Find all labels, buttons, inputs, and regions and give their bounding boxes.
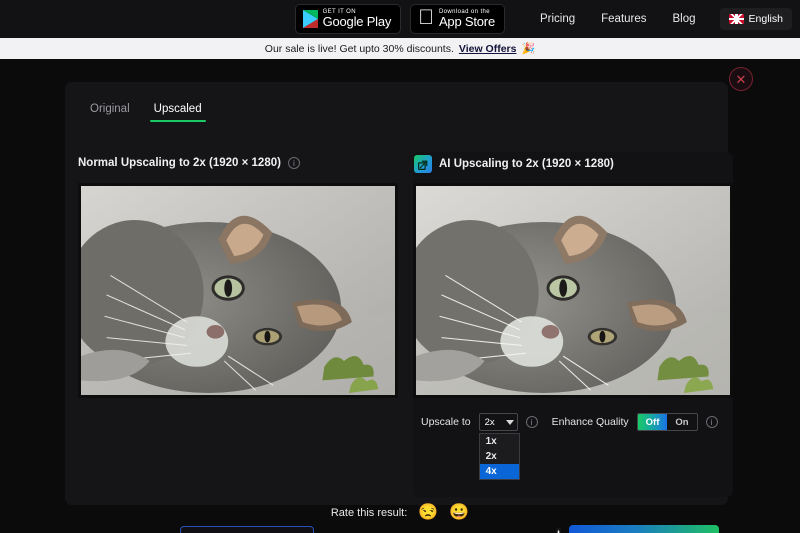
cat-photo-ai [416, 186, 730, 395]
google-play-badge[interactable]: GET IT ON Google Play [294, 4, 402, 34]
uk-flag-icon [728, 14, 744, 24]
cat-photo-normal [81, 186, 395, 395]
nav-link-features[interactable]: Features [601, 13, 646, 25]
ai-upscale-header: AI Upscaling to 2x (1920 × 1280) [413, 152, 733, 174]
result-tabs: Original Upscaled [78, 101, 214, 122]
normal-upscale-title: Normal Upscaling to 2x (1920 × 1280) [78, 157, 281, 169]
apple-icon:  [418, 7, 434, 28]
normal-upscale-header: Normal Upscaling to 2x (1920 × 1280) i [78, 152, 398, 174]
rate-result-row: Rate this result: 😒 😀 [0, 505, 800, 521]
upscale-info-icon[interactable]: i [525, 416, 538, 428]
enhance-quality-on-option[interactable]: On [667, 414, 696, 430]
rate-happy-emoji-button[interactable]: 😀 [449, 505, 469, 521]
nav-link-pricing[interactable]: Pricing [540, 13, 575, 25]
ai-upscale-title: AI Upscaling to 2x (1920 × 1280) [439, 158, 614, 170]
language-label: English [748, 13, 783, 25]
download-image-button-ai[interactable]: Download Image [569, 525, 719, 533]
normal-upscale-panel: Normal Upscaling to 2x (1920 × 1280) i [78, 152, 398, 533]
google-play-icon [302, 10, 318, 28]
upscale-factor-select[interactable]: 2x 1x 2x 4x [478, 413, 520, 480]
tab-upscaled[interactable]: Upscaled [142, 101, 214, 122]
nav-link-blog[interactable]: Blog [673, 13, 696, 25]
ai-upscale-controls: Upscale to 2x 1x 2x 4x i Enhance Quality [421, 410, 725, 480]
upscale-option-4x[interactable]: 4x [479, 464, 519, 479]
upscale-to-label: Upscale to [421, 416, 471, 428]
top-navigation-bar: GET IT ON Google Play  Download on the … [0, 0, 800, 38]
app-store-badge-text: Download on the App Store [439, 9, 495, 29]
promo-banner-text: Our sale is live! Get upto 30% discounts… [264, 42, 454, 55]
tab-original[interactable]: Original [78, 101, 142, 122]
normal-upscale-image-frame [78, 183, 398, 398]
normal-upscale-info-icon[interactable]: i [287, 157, 300, 169]
google-play-badge-title: Google Play [322, 14, 392, 30]
app-store-badge[interactable]:  Download on the App Store [410, 4, 505, 34]
enhance-quality-info-icon[interactable]: i [705, 416, 718, 428]
close-icon[interactable]: ✕ [729, 67, 753, 91]
chevron-down-icon [505, 419, 514, 425]
ai-upscale-panel: AI Upscaling to 2x (1920 × 1280) Upscale… [413, 152, 733, 533]
download-image-button-normal[interactable]: Download Image [180, 526, 314, 533]
upscale-factor-dropdown[interactable]: 1x 2x 4x [478, 433, 520, 480]
page-body: ✕ Original Upscaled Normal Upscaling to … [0, 59, 800, 533]
enhance-quality-toggle[interactable]: Off On [636, 413, 698, 431]
rate-result-label: Rate this result: [330, 507, 408, 519]
ai-upscale-image-frame [413, 183, 733, 398]
language-selector[interactable]: English [719, 8, 792, 30]
upscale-option-1x[interactable]: 1x [480, 434, 519, 449]
view-offers-link[interactable]: View Offers [459, 43, 517, 55]
app-root: GET IT ON Google Play  Download on the … [0, 0, 800, 533]
upscale-option-2x[interactable]: 2x [480, 449, 519, 464]
enhance-quality-off-option[interactable]: Off [637, 414, 668, 430]
google-play-badge-text: GET IT ON Google Play [323, 9, 392, 29]
upscale-result-modal: Original Upscaled Normal Upscaling to 2x… [65, 82, 733, 533]
app-store-badge-title: App Store [438, 14, 495, 30]
rate-sad-emoji-button[interactable]: 😒 [418, 505, 438, 521]
promo-banner: Our sale is live! Get upto 30% discounts… [0, 38, 800, 59]
ai-upscale-expand-icon [414, 155, 432, 173]
upscale-factor-value: 2x [484, 416, 495, 428]
enhance-quality-label: Enhance Quality [551, 416, 629, 428]
party-popper-icon: 🎉 [521, 43, 536, 55]
